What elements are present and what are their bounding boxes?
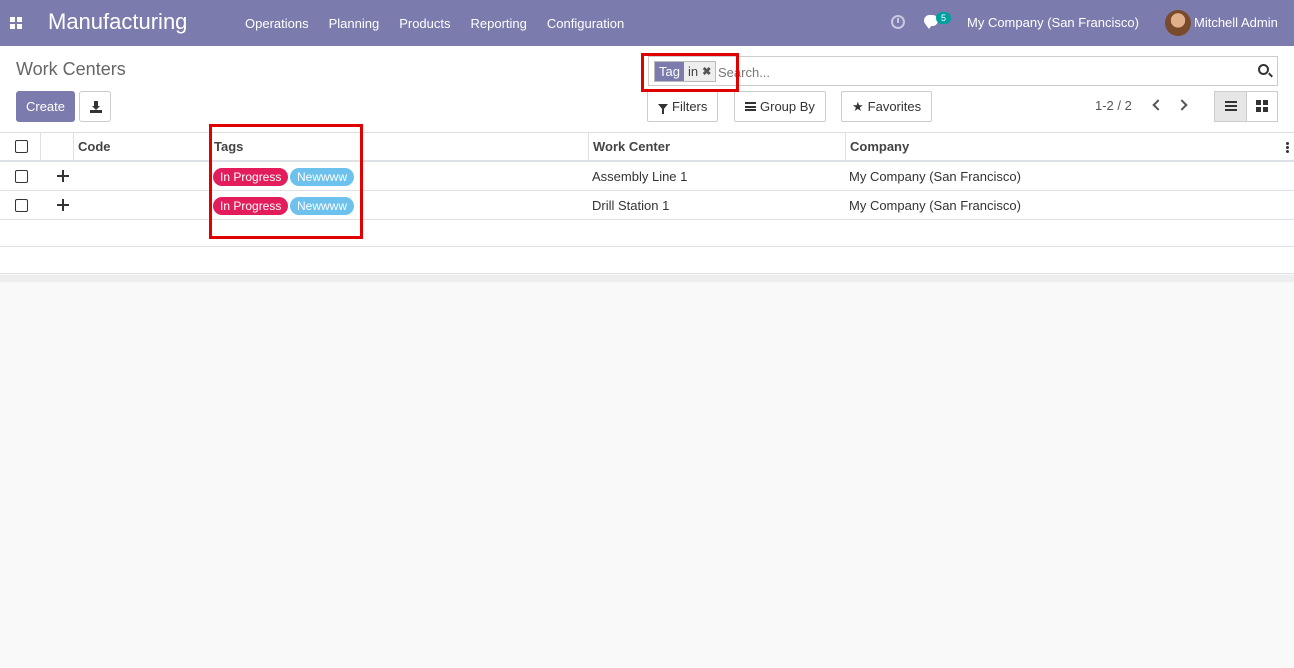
column-header-company[interactable]: Company	[850, 133, 909, 160]
view-switcher	[1214, 91, 1278, 122]
export-button[interactable]	[79, 91, 111, 122]
favorites-label: Favorites	[867, 99, 922, 114]
download-icon	[90, 101, 102, 113]
column-separator	[73, 133, 74, 160]
search-facet-highlight	[641, 53, 739, 92]
list-view-button[interactable]	[1215, 92, 1247, 121]
kanban-view-icon	[1255, 100, 1268, 112]
search-box: Tag in ✖	[648, 56, 1278, 86]
search-icon[interactable]	[1258, 64, 1269, 75]
empty-row	[0, 220, 1294, 247]
pager-next-icon[interactable]	[1178, 99, 1186, 111]
column-separator	[588, 133, 589, 160]
groupby-icon	[745, 102, 756, 111]
create-button[interactable]: Create	[16, 91, 75, 122]
cell-company: My Company (San Francisco)	[849, 198, 1021, 213]
chat-count-badge: 5	[936, 12, 952, 24]
pager-value[interactable]: 1-2 / 2	[1095, 98, 1132, 113]
top-navbar: Manufacturing Operations Planning Produc…	[0, 0, 1294, 46]
filters-button[interactable]: Filters	[647, 91, 719, 122]
apps-menu-icon[interactable]	[10, 17, 22, 29]
menu-products[interactable]: Products	[389, 16, 460, 31]
user-menu[interactable]: Mitchell Admin	[1194, 15, 1278, 30]
company-switcher[interactable]: My Company (San Francisco)	[967, 15, 1139, 30]
row-checkbox[interactable]	[15, 199, 28, 212]
filter-icon	[658, 103, 668, 114]
groupby-label: Group By	[760, 99, 815, 114]
list-view-icon	[1225, 101, 1237, 111]
filters-label: Filters	[672, 99, 708, 114]
search-input[interactable]	[718, 62, 1238, 82]
work-centers-table: Code Tags Work Center Company In Progres…	[0, 133, 1294, 274]
select-all-checkbox[interactable]	[15, 140, 28, 153]
tags-column-highlight	[209, 124, 363, 239]
menu-configuration[interactable]: Configuration	[537, 16, 634, 31]
menu-planning[interactable]: Planning	[319, 16, 390, 31]
table-footer	[0, 275, 1294, 282]
user-avatar[interactable]	[1165, 10, 1191, 36]
column-separator	[40, 133, 41, 160]
star-icon: ★	[852, 98, 864, 114]
cell-work-center: Assembly Line 1	[592, 169, 688, 184]
column-separator	[845, 133, 846, 160]
app-name[interactable]: Manufacturing	[48, 9, 187, 35]
activity-clock-icon[interactable]	[891, 15, 905, 29]
drag-handle-icon[interactable]	[57, 170, 69, 182]
empty-row	[0, 247, 1294, 274]
breadcrumb: Work Centers	[16, 59, 126, 79]
drag-handle-icon[interactable]	[57, 199, 69, 211]
table-header: Code Tags Work Center Company	[0, 133, 1294, 162]
column-header-code[interactable]: Code	[78, 133, 111, 160]
kanban-view-button[interactable]	[1246, 92, 1277, 121]
cell-company: My Company (San Francisco)	[849, 169, 1021, 184]
menu-reporting[interactable]: Reporting	[461, 16, 537, 31]
column-header-work-center[interactable]: Work Center	[593, 133, 670, 160]
table-row[interactable]: In Progress Newwww Assembly Line 1 My Co…	[0, 162, 1294, 191]
favorites-button[interactable]: ★ Favorites	[841, 91, 933, 122]
table-row[interactable]: In Progress Newwww Drill Station 1 My Co…	[0, 191, 1294, 220]
optional-columns-icon[interactable]	[1286, 142, 1289, 153]
pager-previous-icon[interactable]	[1152, 99, 1160, 111]
row-checkbox[interactable]	[15, 170, 28, 183]
messaging-button[interactable]: 5	[924, 12, 954, 34]
main-menu: Operations Planning Products Reporting C…	[235, 0, 634, 46]
cell-work-center: Drill Station 1	[592, 198, 670, 213]
menu-operations[interactable]: Operations	[235, 16, 319, 31]
groupby-button[interactable]: Group By	[734, 91, 826, 122]
